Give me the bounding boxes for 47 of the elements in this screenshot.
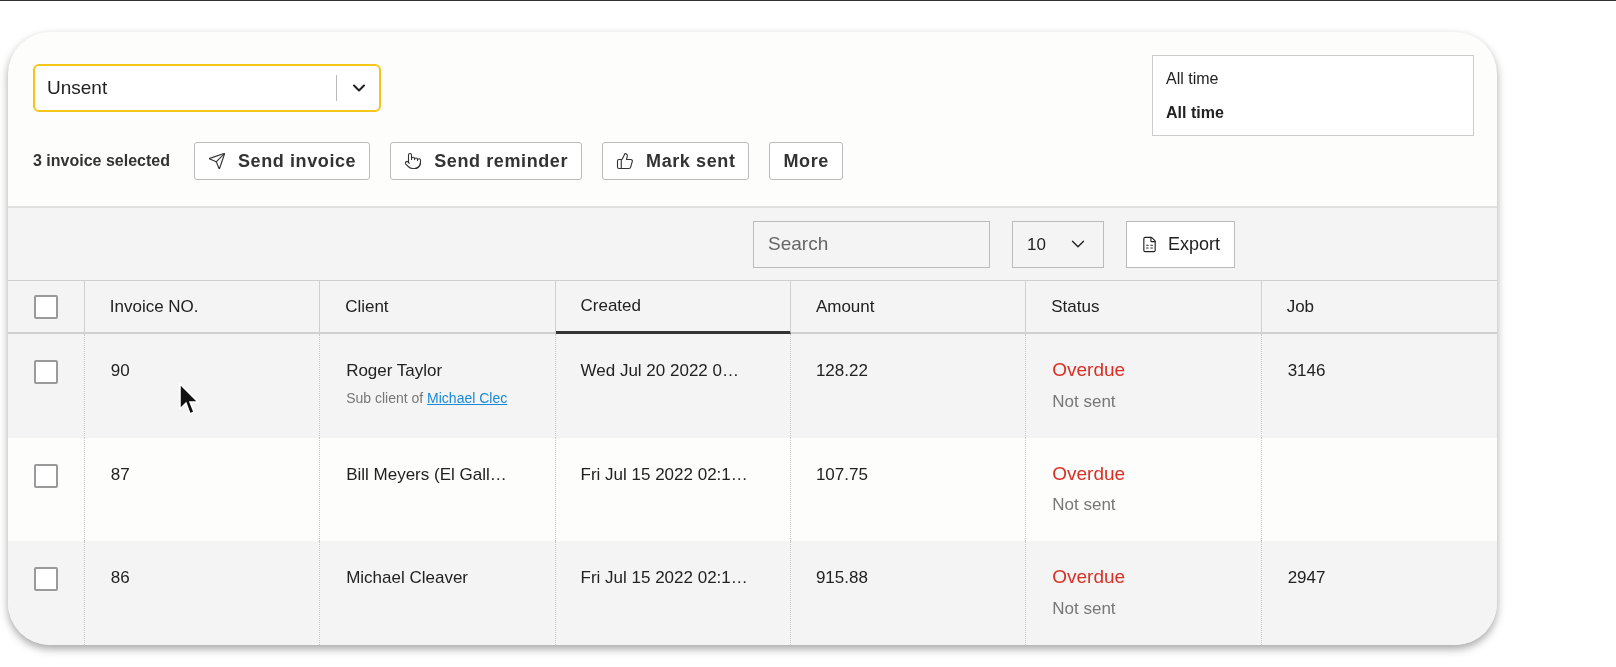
action-button[interactable]: Mark sent: [602, 142, 750, 180]
pointing-hand-icon: [404, 152, 423, 170]
status-label: Overdue: [1052, 358, 1126, 383]
selection-count: 3 invoice selected: [33, 151, 170, 171]
sub-client-note: Sub client of Michael Clec: [346, 388, 508, 408]
column-header[interactable]: Amount: [790, 281, 1027, 333]
column-header[interactable]: Status: [1026, 281, 1262, 333]
action-button[interactable]: Send invoice: [193, 142, 371, 180]
amount: 128.22: [815, 361, 868, 381]
checkbox[interactable]: [33, 463, 58, 488]
search-field[interactable]: Search: [753, 220, 990, 268]
column-header[interactable]: Job: [1261, 281, 1497, 333]
delivery-status: Not sent: [1052, 494, 1116, 517]
page-size-select[interactable]: 10: [1012, 220, 1104, 268]
created-date: Fri Jul 15 2022 02:1…: [580, 568, 748, 588]
date-range-label: All time: [1166, 68, 1220, 89]
status-label: Overdue: [1052, 565, 1126, 590]
invoice-number: 90: [110, 361, 130, 381]
status-label: Overdue: [1052, 461, 1126, 486]
mouse-pointer-icon: [179, 383, 201, 417]
column-header[interactable]: Client: [320, 281, 556, 333]
job-number: 3146: [1287, 361, 1326, 381]
thumbs-up-icon: [616, 152, 635, 170]
export-button[interactable]: Export: [1126, 220, 1236, 268]
amount: 107.75: [815, 464, 868, 484]
client-name: Michael Cleaver: [346, 567, 469, 590]
invoice-number: 87: [110, 464, 130, 484]
invoice-number: 86: [110, 568, 130, 588]
client-name: Roger Taylor: [346, 360, 443, 383]
delivery-status: Not sent: [1052, 597, 1116, 620]
checkbox[interactable]: [33, 360, 58, 385]
date-range-box[interactable]: All time All time: [1152, 55, 1474, 136]
spreadsheet-icon: [1141, 235, 1158, 253]
status-dropdown[interactable]: Unsent: [33, 64, 381, 112]
created-date: Fri Jul 15 2022 02:1…: [580, 464, 748, 484]
client-name: Bill Meyers (El Gall…: [346, 463, 507, 486]
column-header[interactable]: Invoice NO.: [84, 281, 321, 333]
job-number: 2947: [1287, 568, 1326, 588]
action-button[interactable]: Send reminder: [390, 142, 583, 180]
amount: 915.88: [815, 568, 868, 588]
paper-plane-icon: [207, 152, 226, 170]
action-button[interactable]: More: [769, 142, 843, 180]
checkbox[interactable]: [33, 567, 58, 592]
date-range-value: All time: [1166, 102, 1225, 123]
created-date: Wed Jul 20 2022 0…: [580, 361, 739, 381]
checkbox[interactable]: [33, 294, 58, 319]
delivery-status: Not sent: [1052, 390, 1116, 413]
